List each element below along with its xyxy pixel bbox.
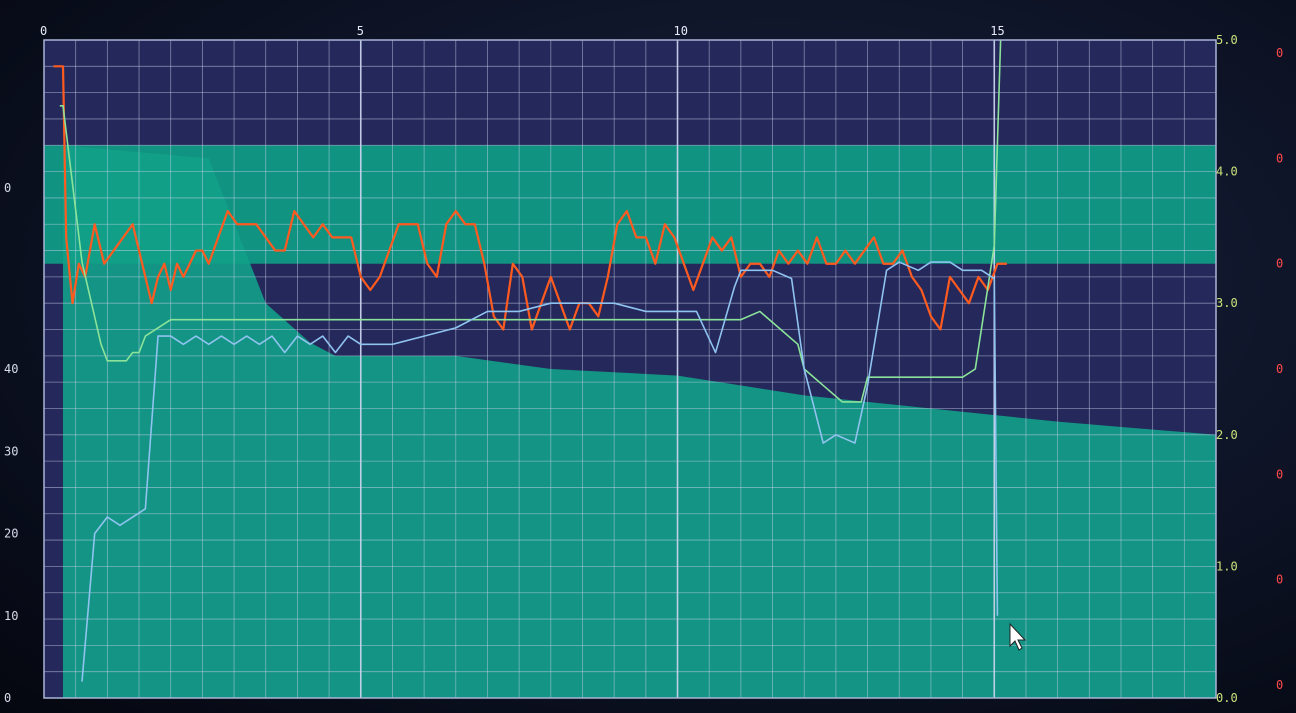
left-tick-label: 0: [4, 181, 11, 195]
x-tick-label: 0: [40, 24, 47, 38]
far-right-tick-label: 0: [1276, 46, 1283, 60]
x-tick-label: 15: [990, 24, 1004, 38]
left-tick-label: 0: [4, 691, 11, 705]
left-tick-label: 20: [4, 527, 18, 541]
far-right-tick-label: 0: [1276, 257, 1283, 271]
right-tick-label: 3.0: [1216, 296, 1238, 310]
far-right-tick-label: 0: [1276, 362, 1283, 376]
far-right-tick-label: 0: [1276, 678, 1283, 692]
left-tick-label: 10: [4, 609, 18, 623]
right-tick-label: 1.0: [1216, 559, 1238, 573]
x-tick-label: 10: [674, 24, 688, 38]
right-tick-label: 4.0: [1216, 165, 1238, 179]
monitor-screen: 0 5 10 15 0 10 20 30 40 0 0.0 1.0 2.0 3.0 4.0 5.0 0 0 0 0 0 0…: [0, 0, 1296, 713]
x-tick-label: 5: [357, 24, 364, 38]
left-tick-label: 40: [4, 362, 18, 376]
left-tick-label: 30: [4, 444, 18, 458]
right-tick-label: 5.0: [1216, 33, 1238, 47]
right-tick-label: 2.0: [1216, 428, 1238, 442]
line-chart: 0 5 10 15 0 10 20 30 40 0 0.0 1.0 2.0 3.0 4.0 5.0 0 0 0 0 0 0…: [4, 24, 1283, 705]
right-tick-label: 0.0: [1216, 691, 1238, 705]
far-right-tick-label: 0: [1276, 151, 1283, 165]
far-right-tick-label: 0: [1276, 573, 1283, 587]
far-right-tick-label: 0: [1276, 467, 1283, 481]
